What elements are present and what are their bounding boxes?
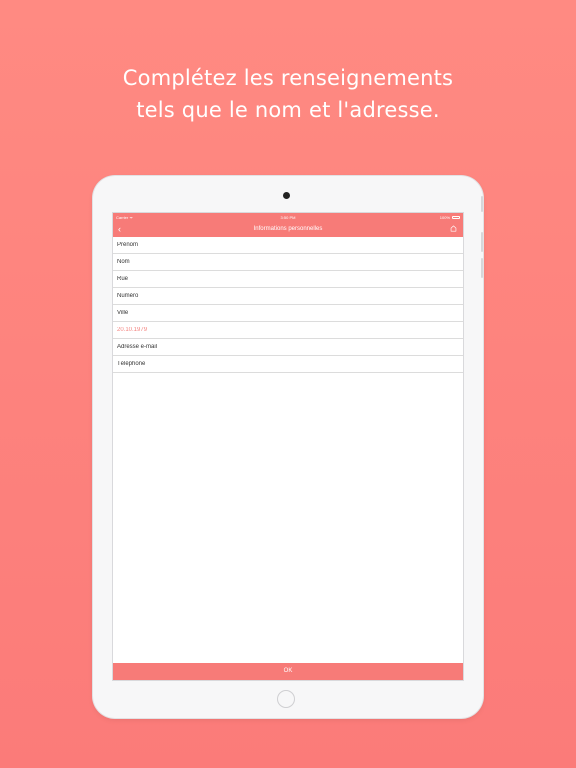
volume-up-button	[481, 232, 483, 252]
form-row-city	[113, 305, 463, 322]
navigation-bar: ‹ Informations personnelles	[113, 222, 463, 237]
battery-percent: 100%	[439, 215, 450, 220]
email-input[interactable]	[117, 344, 463, 350]
headline: Complétez les renseignements tels que le…	[0, 62, 576, 126]
form-row-street	[113, 271, 463, 288]
form-row-last-name	[113, 254, 463, 271]
power-button	[481, 196, 483, 212]
form-row-first-name	[113, 237, 463, 254]
battery-icon	[452, 216, 460, 219]
form-row-birth-date	[113, 322, 463, 339]
headline-line-1: Complétez les renseignements	[122, 66, 454, 90]
status-time: 3:50 PM	[280, 215, 296, 220]
phone-input[interactable]	[117, 361, 463, 367]
ok-button[interactable]: OK	[113, 663, 463, 680]
page-title: Informations personnelles	[253, 226, 323, 232]
city-input[interactable]	[117, 310, 463, 316]
birth-date-input[interactable]	[117, 327, 463, 333]
app-screen: Carrier ᯤ 3:50 PM 100% ‹ Informations pe…	[113, 213, 463, 680]
street-input[interactable]	[117, 276, 463, 282]
status-battery: 100%	[440, 215, 460, 220]
form-row-phone	[113, 356, 463, 373]
headline-line-2: tels que le nom et l'adresse.	[136, 98, 440, 122]
home-button[interactable]	[277, 690, 295, 708]
clear-form-icon[interactable]	[450, 225, 457, 232]
form-row-email	[113, 339, 463, 356]
status-bar: Carrier ᯤ 3:50 PM 100%	[113, 213, 463, 222]
form-row-number	[113, 288, 463, 305]
tablet-frame: Carrier ᯤ 3:50 PM 100% ‹ Informations pe…	[93, 176, 483, 718]
personal-info-form	[113, 237, 463, 373]
house-number-input[interactable]	[117, 293, 463, 299]
first-name-input[interactable]	[117, 242, 463, 248]
camera	[283, 192, 290, 199]
last-name-input[interactable]	[117, 259, 463, 265]
volume-down-button	[481, 258, 483, 278]
